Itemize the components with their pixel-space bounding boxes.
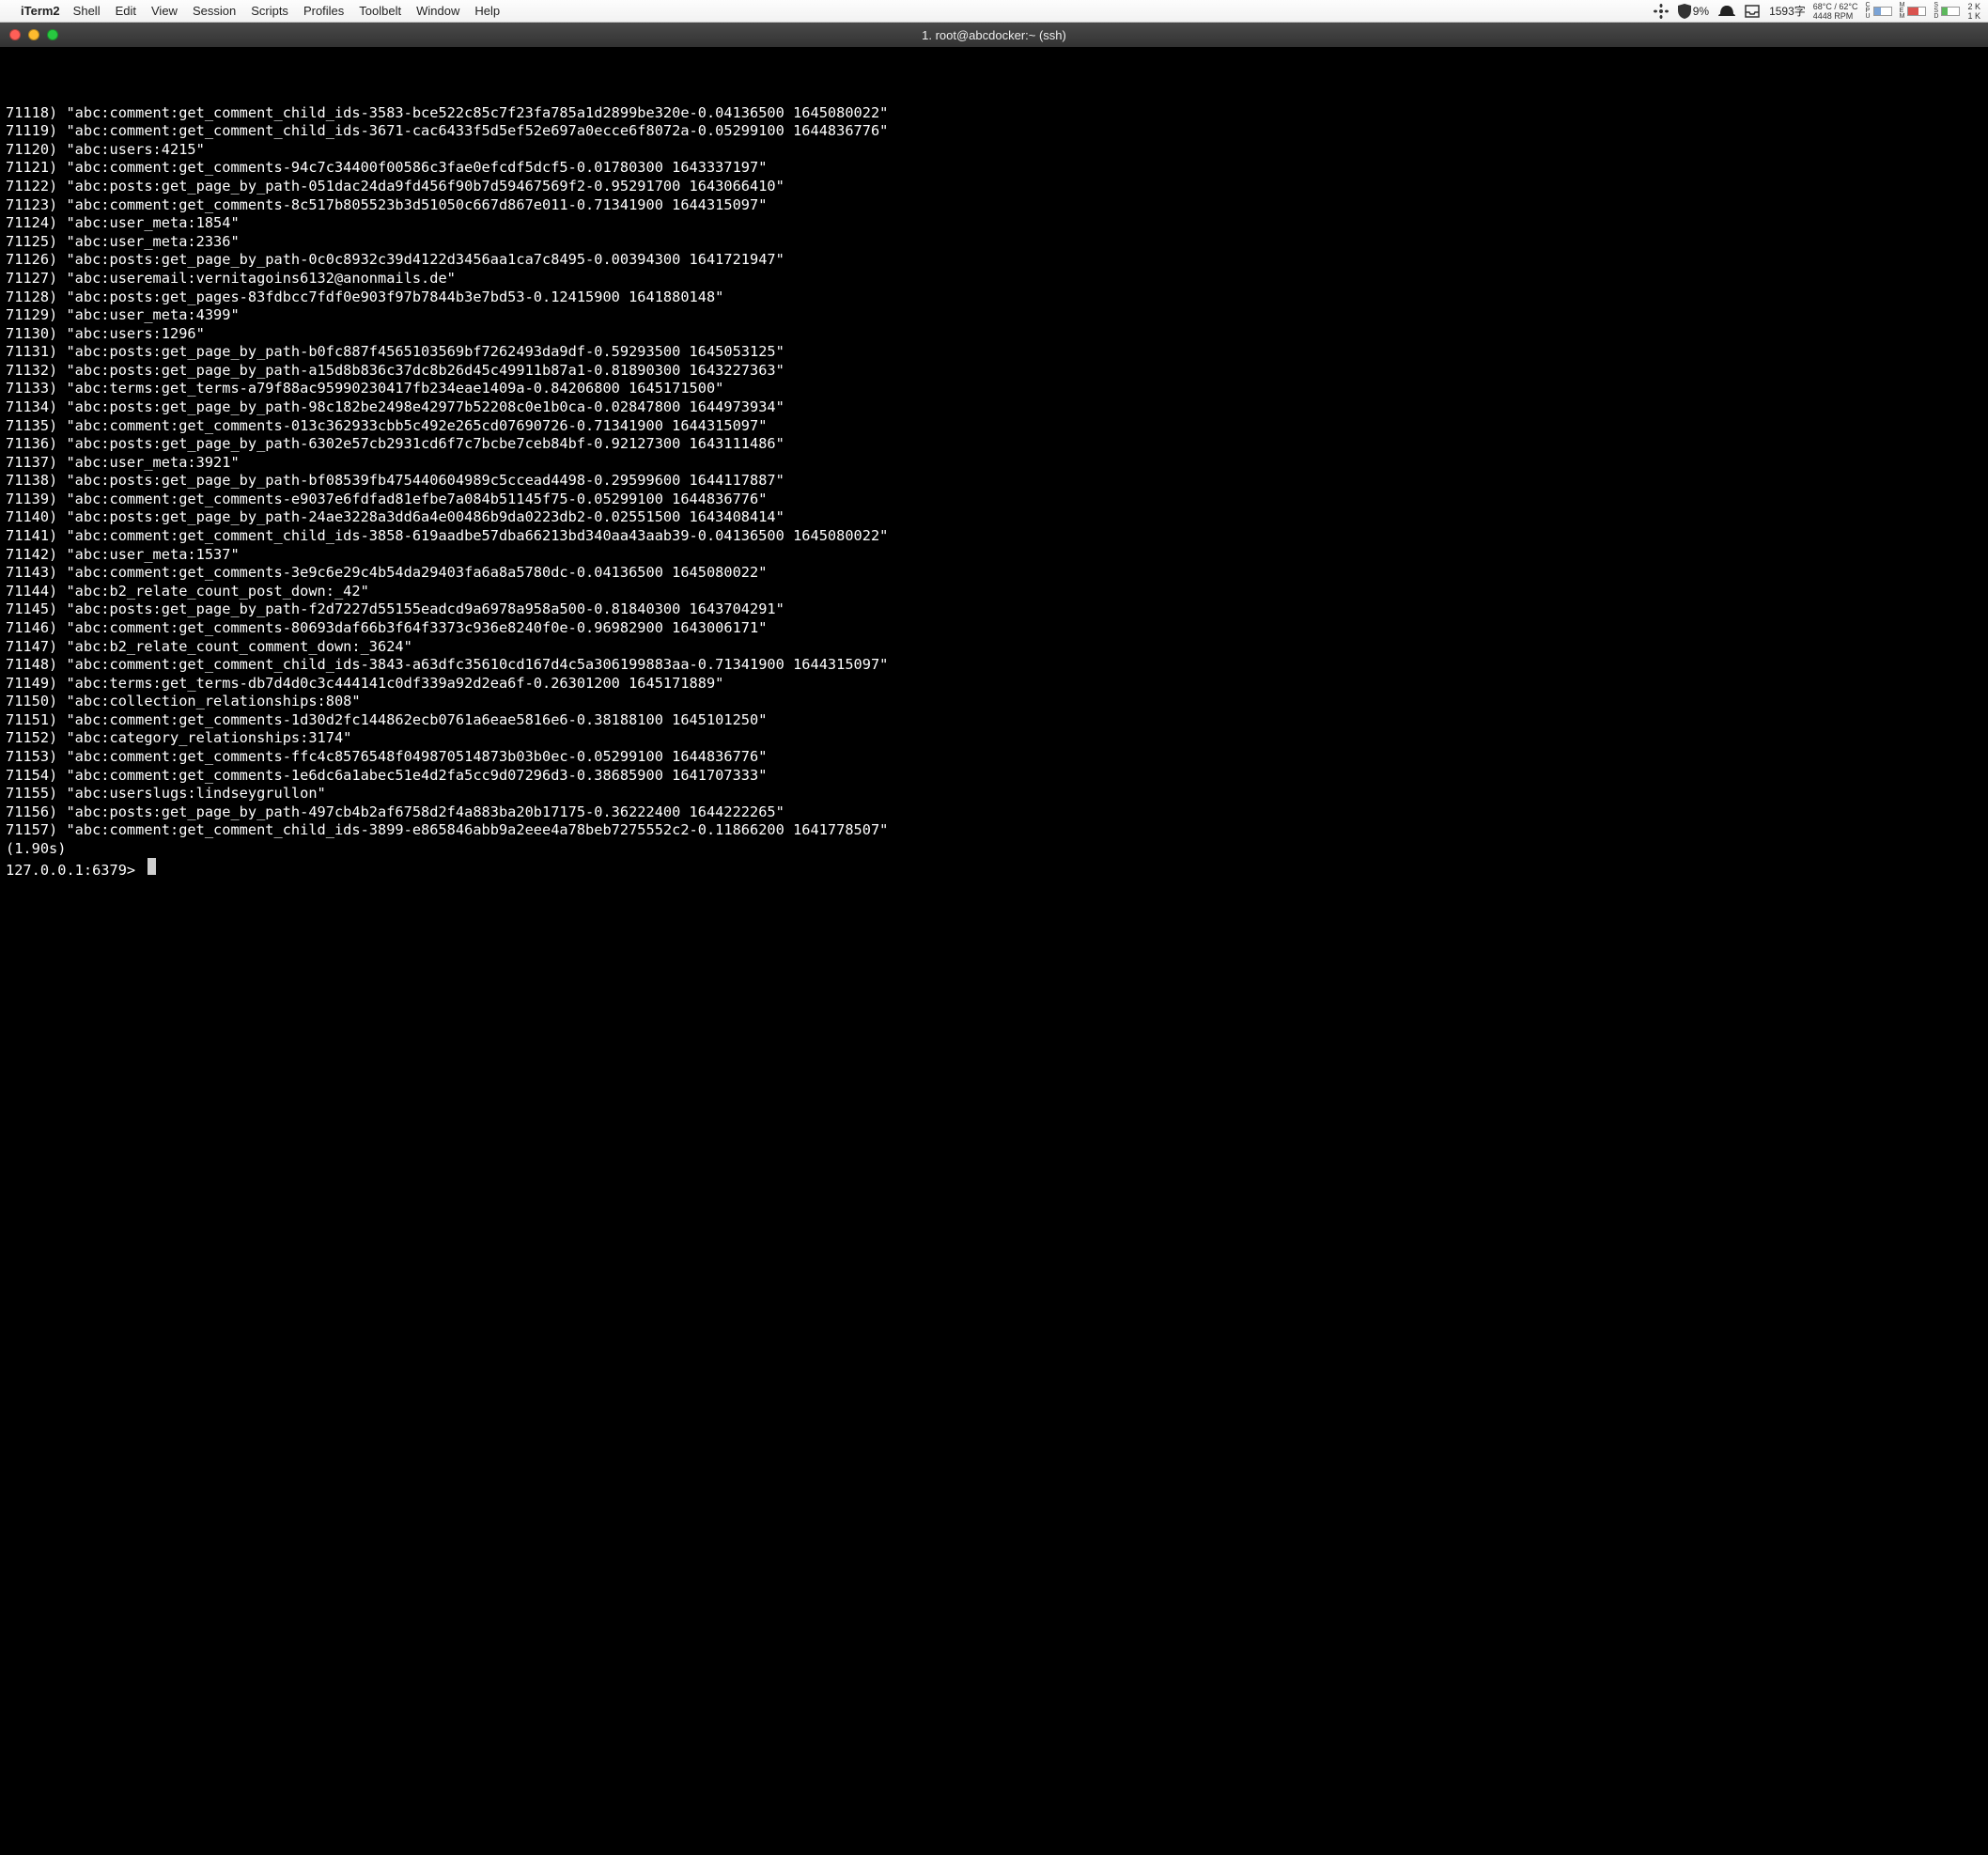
ssd-label: S S D — [1934, 3, 1938, 20]
terminal-line: 71144) "abc:b2_relate_count_post_down:_4… — [6, 583, 1982, 601]
terminal-line: 71151) "abc:comment:get_comments-1d30d2f… — [6, 711, 1982, 730]
mem-label: M E M — [1900, 3, 1905, 20]
terminal-line: 71120) "abc:users:4215" — [6, 141, 1982, 160]
terminal-window: 1. root@abcdocker:~ (ssh) 71118) "abc:co… — [0, 23, 1988, 1855]
terminal-line: 71127) "abc:useremail:vernitagoins6132@a… — [6, 270, 1982, 288]
minimize-button[interactable] — [28, 29, 39, 40]
cpu-label: C P U — [1866, 3, 1871, 20]
shield-percent: 9% — [1693, 5, 1709, 18]
terminal-line: 71137) "abc:user_meta:3921" — [6, 454, 1982, 473]
char-count[interactable]: 1593字 — [1769, 3, 1806, 19]
terminal-line: 71138) "abc:posts:get_page_by_path-bf085… — [6, 472, 1982, 491]
terminal-line: 71125) "abc:user_meta:2336" — [6, 233, 1982, 252]
app-name[interactable]: iTerm2 — [21, 4, 60, 18]
terminal-line: 71152) "abc:category_relationships:3174" — [6, 729, 1982, 748]
terminal-line: 71122) "abc:posts:get_page_by_path-051da… — [6, 178, 1982, 196]
hat-icon[interactable] — [1718, 5, 1735, 18]
terminal-viewport[interactable]: 71118) "abc:comment:get_comment_child_id… — [0, 47, 1988, 1855]
shield-icon[interactable]: 9% — [1678, 4, 1709, 19]
rpm-line: 4448 RPM — [1813, 11, 1858, 21]
terminal-line: 71134) "abc:posts:get_page_by_path-98c18… — [6, 398, 1982, 417]
net-stat[interactable]: 2 K 1 K — [1967, 2, 1980, 21]
temp-stat[interactable]: 68°C / 62°C 4448 RPM — [1813, 2, 1858, 21]
terminal-line: 71156) "abc:posts:get_page_by_path-497cb… — [6, 803, 1982, 822]
terminal-line: 71153) "abc:comment:get_comments-ffc4c85… — [6, 748, 1982, 767]
terminal-line: 71118) "abc:comment:get_comment_child_id… — [6, 104, 1982, 123]
elapsed-time: (1.90s) — [6, 840, 1982, 859]
inbox-icon[interactable] — [1745, 5, 1760, 18]
terminal-line: 71143) "abc:comment:get_comments-3e9c6e2… — [6, 564, 1982, 583]
window-titlebar[interactable]: 1. root@abcdocker:~ (ssh) — [0, 23, 1988, 47]
menu-shell[interactable]: Shell — [73, 4, 101, 18]
terminal-line: 71135) "abc:comment:get_comments-013c362… — [6, 417, 1982, 436]
terminal-line: 71150) "abc:collection_relationships:808… — [6, 693, 1982, 711]
fan-icon[interactable] — [1654, 4, 1669, 19]
terminal-line: 71154) "abc:comment:get_comments-1e6dc6a… — [6, 767, 1982, 786]
prompt-line[interactable]: 127.0.0.1:6379> — [6, 858, 1982, 881]
traffic-lights — [9, 29, 58, 40]
menu-profiles[interactable]: Profiles — [303, 4, 344, 18]
terminal-line: 71139) "abc:comment:get_comments-e9037e6… — [6, 491, 1982, 509]
terminal-line: 71142) "abc:user_meta:1537" — [6, 546, 1982, 565]
menu-help[interactable]: Help — [474, 4, 500, 18]
zoom-button[interactable] — [47, 29, 58, 40]
cpu-meter — [1873, 7, 1892, 16]
menu-scripts[interactable]: Scripts — [251, 4, 288, 18]
terminal-line: 71124) "abc:user_meta:1854" — [6, 214, 1982, 233]
menu-window[interactable]: Window — [416, 4, 459, 18]
terminal-line: 71128) "abc:posts:get_pages-83fdbcc7fdf0… — [6, 288, 1982, 307]
terminal-line: 71130) "abc:users:1296" — [6, 325, 1982, 344]
macos-menubar: iTerm2 Shell Edit View Session Scripts P… — [0, 0, 1988, 23]
net-up: 2 K — [1967, 2, 1980, 11]
prompt-text: 127.0.0.1:6379> — [6, 862, 144, 879]
menu-toolbelt[interactable]: Toolbelt — [359, 4, 401, 18]
terminal-line: 71129) "abc:user_meta:4399" — [6, 306, 1982, 325]
terminal-line: 71148) "abc:comment:get_comment_child_id… — [6, 656, 1982, 675]
terminal-line: 71141) "abc:comment:get_comment_child_id… — [6, 527, 1982, 546]
terminal-line: 71126) "abc:posts:get_page_by_path-0c0c8… — [6, 251, 1982, 270]
menu-view[interactable]: View — [151, 4, 178, 18]
cpu-stat[interactable]: C P U — [1866, 3, 1892, 20]
terminal-line: 71146) "abc:comment:get_comments-80693da… — [6, 619, 1982, 638]
cursor — [148, 858, 156, 875]
close-button[interactable] — [9, 29, 21, 40]
ssd-meter — [1941, 7, 1960, 16]
menu-session[interactable]: Session — [193, 4, 236, 18]
terminal-line: 71157) "abc:comment:get_comment_child_id… — [6, 821, 1982, 840]
mem-meter — [1907, 7, 1926, 16]
menu-edit[interactable]: Edit — [116, 4, 136, 18]
terminal-line: 71119) "abc:comment:get_comment_child_id… — [6, 122, 1982, 141]
terminal-line: 71145) "abc:posts:get_page_by_path-f2d72… — [6, 600, 1982, 619]
ssd-stat[interactable]: S S D — [1934, 3, 1960, 20]
terminal-line: 71123) "abc:comment:get_comments-8c517b8… — [6, 196, 1982, 215]
terminal-line: 71133) "abc:terms:get_terms-a79f88ac9599… — [6, 380, 1982, 398]
terminal-line: 71121) "abc:comment:get_comments-94c7c34… — [6, 159, 1982, 178]
window-title: 1. root@abcdocker:~ (ssh) — [0, 28, 1988, 42]
terminal-line: 71136) "abc:posts:get_page_by_path-6302e… — [6, 435, 1982, 454]
terminal-line: 71149) "abc:terms:get_terms-db7d4d0c3c44… — [6, 675, 1982, 694]
terminal-line: 71132) "abc:posts:get_page_by_path-a15d8… — [6, 362, 1982, 381]
terminal-line: 71131) "abc:posts:get_page_by_path-b0fc8… — [6, 343, 1982, 362]
mem-stat[interactable]: M E M — [1900, 3, 1927, 20]
terminal-line: 71155) "abc:userslugs:lindseygrullon" — [6, 785, 1982, 803]
terminal-line: 71147) "abc:b2_relate_count_comment_down… — [6, 638, 1982, 657]
net-down: 1 K — [1967, 11, 1980, 21]
terminal-line: 71140) "abc:posts:get_page_by_path-24ae3… — [6, 508, 1982, 527]
temp-line: 68°C / 62°C — [1813, 2, 1858, 11]
